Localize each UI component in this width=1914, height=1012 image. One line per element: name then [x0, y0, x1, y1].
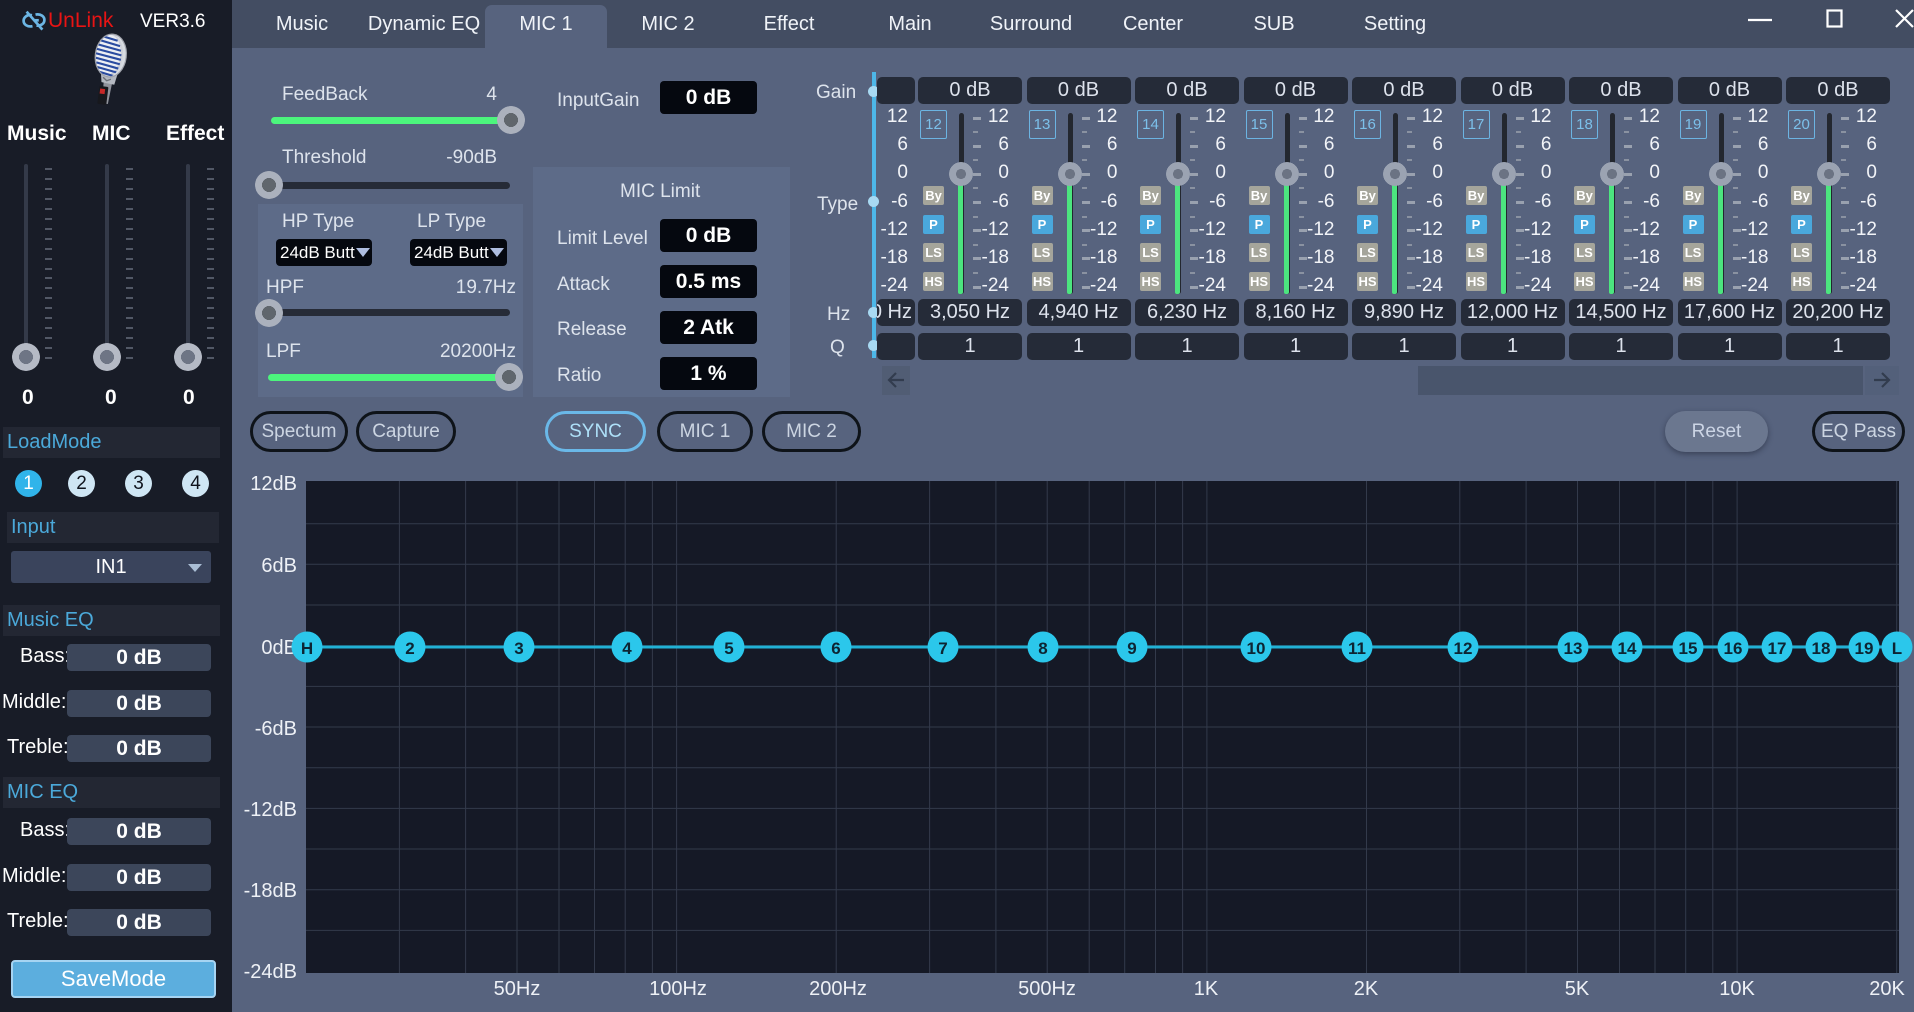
svg-text:12dB: 12dB: [250, 473, 297, 495]
svg-text:500Hz: 500Hz: [1018, 978, 1076, 1000]
svg-text:20K: 20K: [1869, 978, 1905, 1000]
svg-text:1K: 1K: [1194, 978, 1219, 1000]
svg-text:-24dB: -24dB: [244, 961, 297, 983]
svg-text:10: 10: [1247, 639, 1266, 658]
svg-text:11: 11: [1348, 639, 1366, 658]
svg-text:7: 7: [938, 639, 947, 658]
svg-text:50Hz: 50Hz: [494, 978, 541, 1000]
svg-text:10K: 10K: [1719, 978, 1755, 1000]
svg-text:H: H: [301, 639, 313, 658]
svg-text:2K: 2K: [1354, 978, 1379, 1000]
svg-text:-6dB: -6dB: [255, 718, 297, 740]
svg-text:18: 18: [1812, 639, 1831, 658]
svg-text:16: 16: [1724, 639, 1743, 658]
svg-text:9: 9: [1127, 639, 1136, 658]
svg-text:L: L: [1892, 639, 1902, 658]
svg-text:-12dB: -12dB: [244, 799, 297, 821]
svg-text:6dB: 6dB: [261, 555, 297, 577]
svg-text:2: 2: [405, 639, 414, 658]
svg-text:6: 6: [831, 639, 840, 658]
svg-text:100Hz: 100Hz: [649, 978, 707, 1000]
svg-text:14: 14: [1618, 639, 1637, 658]
svg-text:-18dB: -18dB: [244, 880, 297, 902]
svg-text:13: 13: [1564, 639, 1583, 658]
svg-text:15: 15: [1679, 639, 1698, 658]
svg-text:17: 17: [1768, 639, 1787, 658]
svg-text:5: 5: [724, 639, 733, 658]
svg-text:19: 19: [1855, 639, 1874, 658]
svg-text:12: 12: [1454, 639, 1473, 658]
svg-text:4: 4: [622, 639, 632, 658]
svg-text:200Hz: 200Hz: [809, 978, 867, 1000]
svg-text:3: 3: [514, 639, 523, 658]
svg-text:5K: 5K: [1565, 978, 1590, 1000]
svg-text:8: 8: [1038, 639, 1047, 658]
